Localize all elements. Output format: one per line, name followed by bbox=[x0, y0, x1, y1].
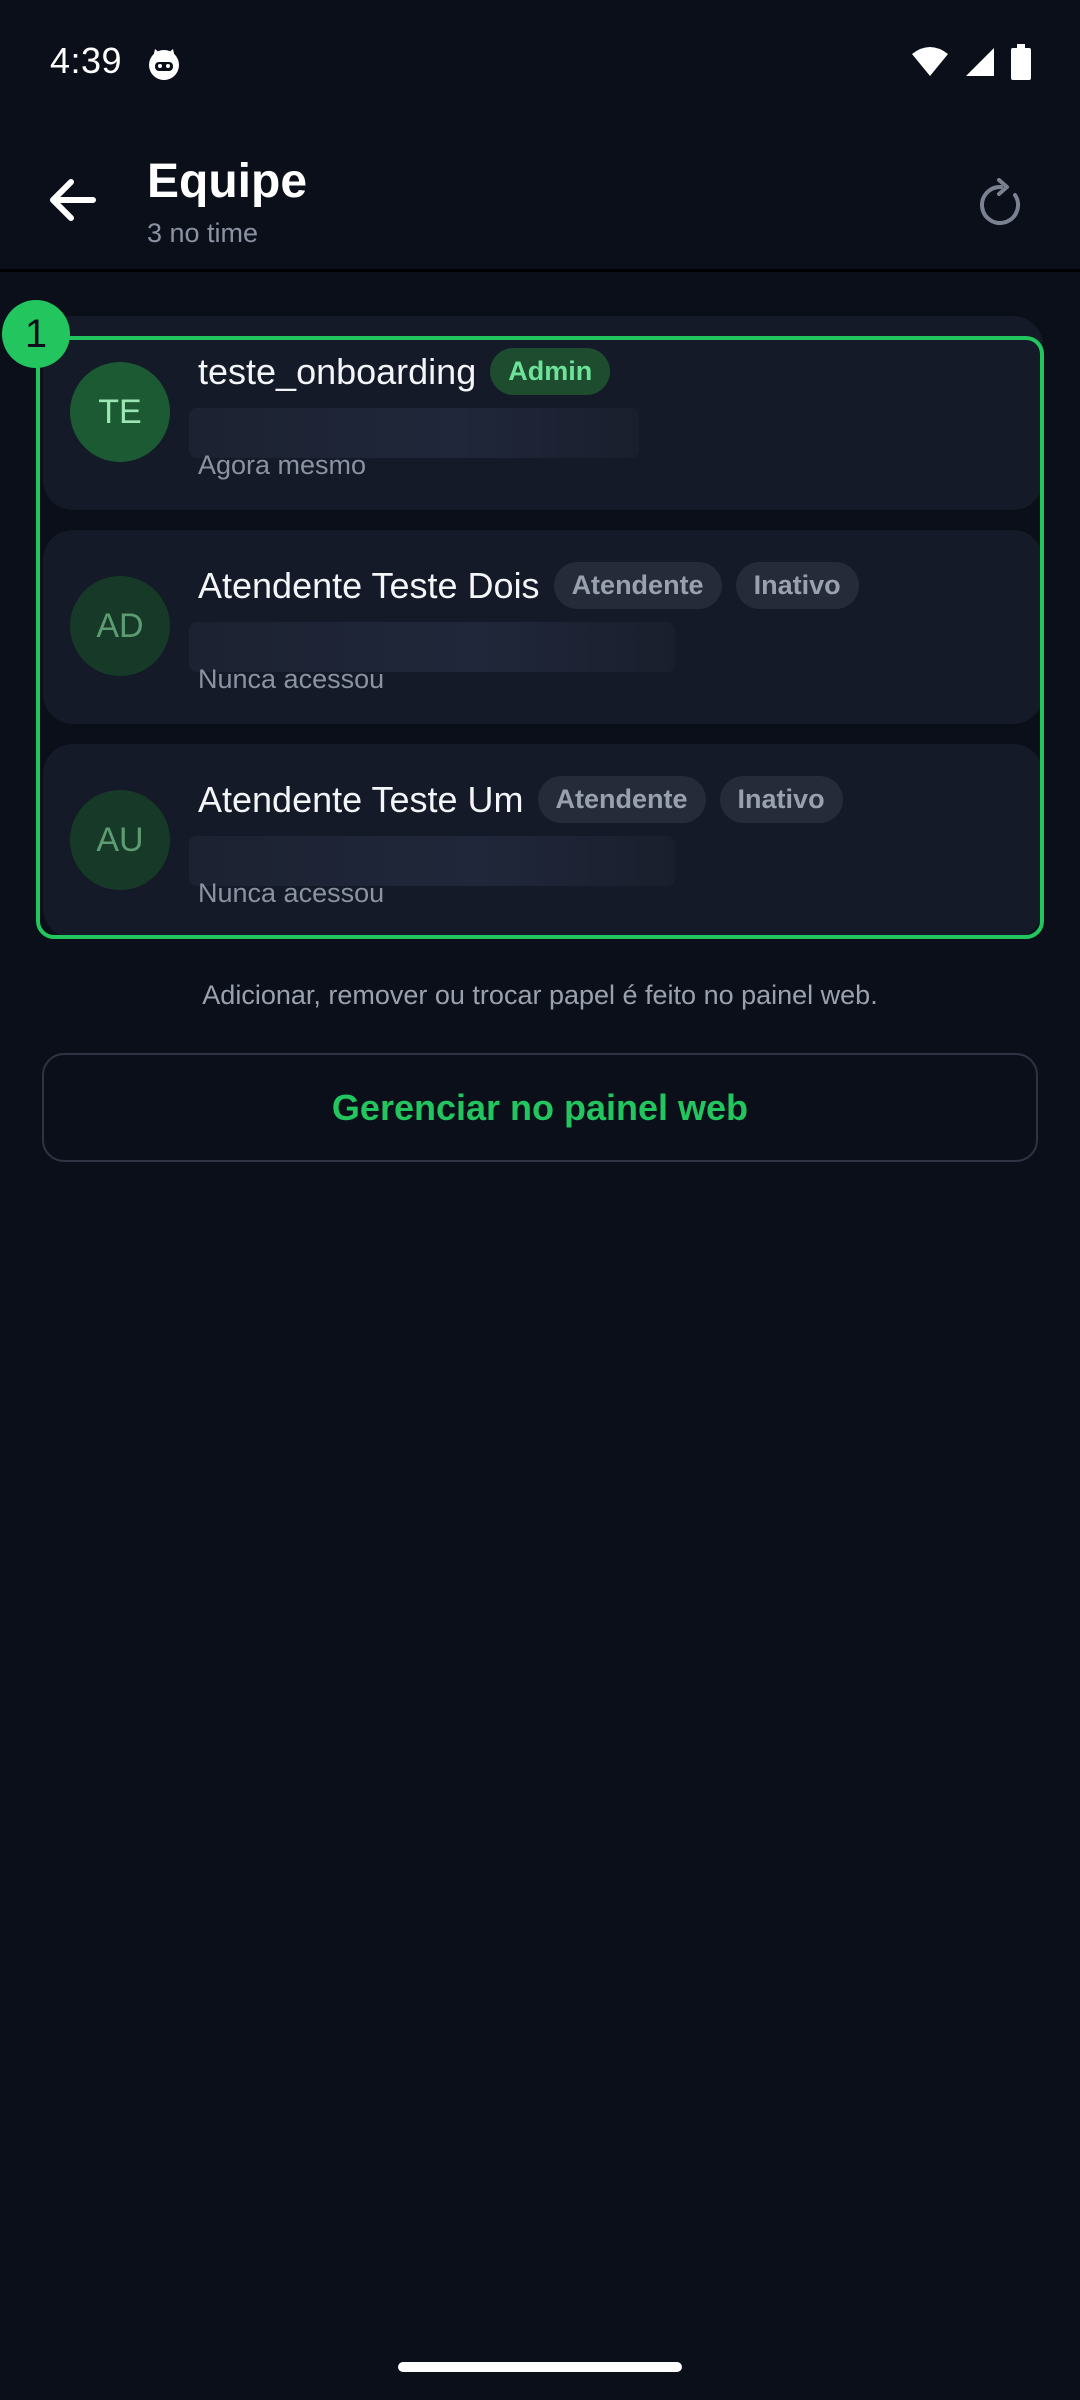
page-subtitle: 3 no time bbox=[147, 218, 259, 248]
last-seen: Nunca acessou bbox=[198, 664, 385, 694]
top-app-bar: Equipe 3 no time bbox=[0, 130, 1080, 272]
status-badge: Inativo bbox=[735, 562, 859, 609]
status-time: 4:39 bbox=[50, 40, 123, 81]
role-badge: Atendente bbox=[553, 562, 722, 609]
role-badge: Atendente bbox=[537, 776, 706, 823]
status-icons bbox=[910, 44, 1032, 85]
avatar: TE bbox=[70, 362, 170, 462]
member-card[interactable]: AD Atendente Teste Dois Atendente Inativ… bbox=[43, 530, 1043, 724]
info-note: Adicionar, remover ou trocar papel é fei… bbox=[202, 980, 878, 1010]
status-badge: Inativo bbox=[719, 776, 843, 823]
status-bar: 4:39 bbox=[0, 0, 1080, 130]
member-list: TE teste_onboarding Admin Agora mesmo AD… bbox=[36, 316, 1044, 958]
member-name: Atendente Teste Dois bbox=[198, 564, 540, 606]
member-name: Atendente Teste Um bbox=[198, 778, 524, 820]
team-screen: 4:39 Equipe 3 no time TE teste_onboardin… bbox=[0, 0, 1080, 2400]
member-name: teste_onboarding bbox=[198, 350, 477, 392]
wifi-icon bbox=[910, 46, 950, 83]
role-badge: Admin bbox=[490, 348, 611, 395]
manage-web-panel-button[interactable]: Gerenciar no painel web bbox=[42, 1053, 1038, 1162]
arrow-left-icon bbox=[47, 178, 97, 227]
last-seen: Nunca acessou bbox=[198, 878, 385, 908]
avatar: AU bbox=[70, 790, 170, 890]
page-title: Equipe bbox=[147, 155, 308, 208]
member-card[interactable]: TE teste_onboarding Admin Agora mesmo bbox=[43, 316, 1043, 510]
member-header: teste_onboarding Admin bbox=[198, 348, 611, 395]
refresh-icon bbox=[977, 177, 1025, 234]
home-indicator[interactable] bbox=[398, 2362, 682, 2372]
avatar: AD bbox=[70, 576, 170, 676]
last-seen: Agora mesmo bbox=[198, 450, 367, 480]
member-header: Atendente Teste Um Atendente Inativo bbox=[198, 776, 843, 823]
refresh-button[interactable] bbox=[966, 170, 1036, 240]
cat-notification-icon bbox=[146, 46, 182, 82]
battery-icon bbox=[1010, 44, 1032, 85]
selection-marker: 1 bbox=[2, 300, 70, 368]
member-header: Atendente Teste Dois Atendente Inativo bbox=[198, 562, 859, 609]
back-button[interactable] bbox=[36, 166, 108, 238]
signal-icon bbox=[964, 46, 996, 83]
member-card[interactable]: AU Atendente Teste Um Atendente Inativo … bbox=[43, 744, 1043, 938]
